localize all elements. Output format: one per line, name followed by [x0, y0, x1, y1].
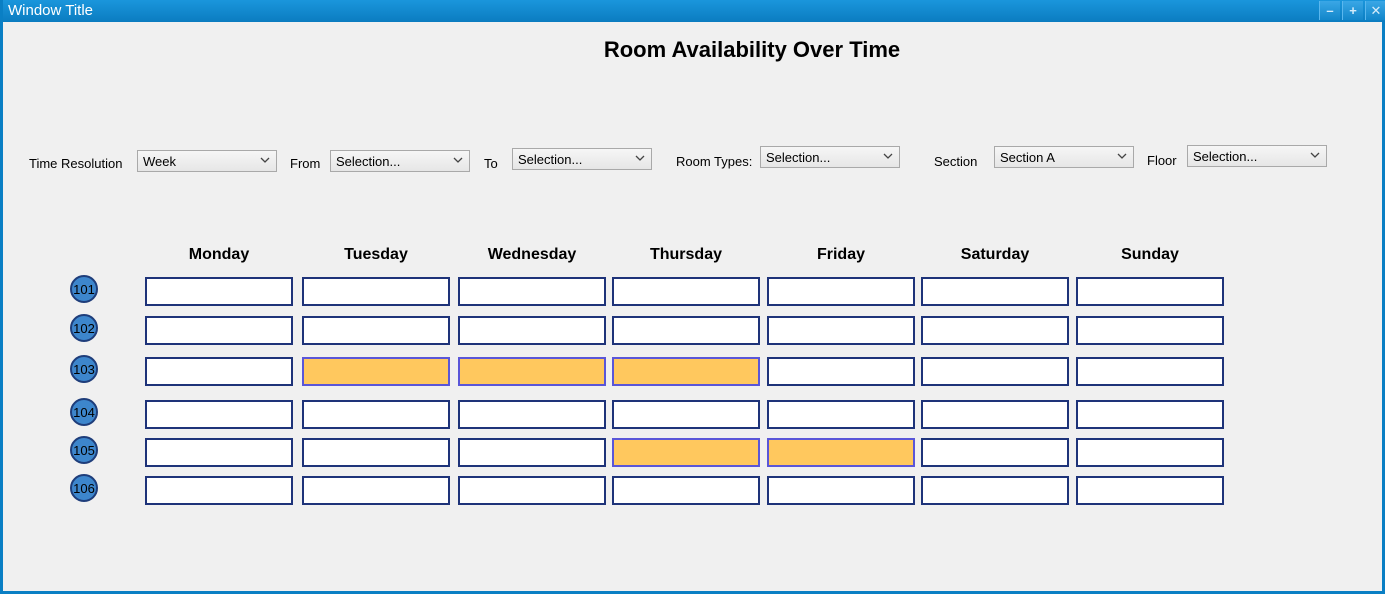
- availability-cell-104-monday[interactable]: [145, 400, 293, 429]
- from-label: From: [290, 156, 321, 171]
- availability-cell-104-saturday[interactable]: [921, 400, 1069, 429]
- availability-cell-102-thursday[interactable]: [612, 316, 760, 345]
- availability-cell-105-wednesday[interactable]: [458, 438, 606, 467]
- chevron-down-icon: [883, 153, 893, 159]
- availability-cell-101-sunday[interactable]: [1076, 277, 1224, 306]
- window-title: Window Title: [8, 2, 94, 19]
- availability-cell-105-friday[interactable]: [767, 438, 915, 467]
- availability-cell-104-thursday[interactable]: [612, 400, 760, 429]
- availability-cell-101-thursday[interactable]: [612, 277, 760, 306]
- section-value: Section A: [1000, 150, 1055, 165]
- availability-cell-105-sunday[interactable]: [1076, 438, 1224, 467]
- availability-cell-103-friday[interactable]: [767, 357, 915, 386]
- room-badge-103[interactable]: 103: [70, 355, 98, 383]
- availability-cell-104-sunday[interactable]: [1076, 400, 1224, 429]
- availability-cell-103-monday[interactable]: [145, 357, 293, 386]
- from-value: Selection...: [336, 154, 401, 169]
- floor-select[interactable]: Selection...: [1187, 145, 1327, 167]
- chevron-down-icon: [260, 157, 270, 163]
- room-types-select[interactable]: Selection...: [760, 146, 900, 168]
- availability-cell-102-saturday[interactable]: [921, 316, 1069, 345]
- to-value: Selection...: [518, 152, 583, 167]
- time-resolution-label: Time Resolution: [29, 156, 123, 171]
- availability-cell-104-friday[interactable]: [767, 400, 915, 429]
- maximize-button[interactable]: +: [1342, 1, 1363, 20]
- availability-cell-105-monday[interactable]: [145, 438, 293, 467]
- availability-cell-106-tuesday[interactable]: [302, 476, 450, 505]
- day-header-saturday: Saturday: [960, 246, 1030, 263]
- availability-cell-106-saturday[interactable]: [921, 476, 1069, 505]
- availability-cell-104-wednesday[interactable]: [458, 400, 606, 429]
- availability-cell-106-monday[interactable]: [145, 476, 293, 505]
- availability-cell-101-wednesday[interactable]: [458, 277, 606, 306]
- availability-cell-103-sunday[interactable]: [1076, 357, 1224, 386]
- to-label: To: [484, 156, 498, 171]
- availability-cell-102-wednesday[interactable]: [458, 316, 606, 345]
- availability-cell-103-wednesday[interactable]: [458, 357, 606, 386]
- day-header-monday: Monday: [188, 246, 250, 263]
- room-badge-104[interactable]: 104: [70, 398, 98, 426]
- room-badge-106[interactable]: 106: [70, 474, 98, 502]
- time-resolution-value: Week: [143, 154, 176, 169]
- room-badge-102[interactable]: 102: [70, 314, 98, 342]
- app-window: Window Title – + ✕ Room Availability Ove…: [0, 0, 1385, 594]
- availability-cell-106-sunday[interactable]: [1076, 476, 1224, 505]
- availability-cell-101-monday[interactable]: [145, 277, 293, 306]
- availability-cell-102-monday[interactable]: [145, 316, 293, 345]
- window-controls: – + ✕: [1319, 1, 1385, 20]
- time-resolution-select[interactable]: Week: [137, 150, 277, 172]
- availability-cell-105-saturday[interactable]: [921, 438, 1069, 467]
- availability-cell-102-sunday[interactable]: [1076, 316, 1224, 345]
- to-select[interactable]: Selection...: [512, 148, 652, 170]
- close-button[interactable]: ✕: [1365, 1, 1385, 20]
- availability-cell-106-friday[interactable]: [767, 476, 915, 505]
- availability-cell-102-friday[interactable]: [767, 316, 915, 345]
- availability-cell-105-tuesday[interactable]: [302, 438, 450, 467]
- floor-value: Selection...: [1193, 149, 1258, 164]
- availability-cell-101-tuesday[interactable]: [302, 277, 450, 306]
- room-badge-101[interactable]: 101: [70, 275, 98, 303]
- chevron-down-icon: [1117, 153, 1127, 159]
- availability-cell-106-wednesday[interactable]: [458, 476, 606, 505]
- availability-cell-106-thursday[interactable]: [612, 476, 760, 505]
- day-header-wednesday: Wednesday: [487, 246, 577, 263]
- chevron-down-icon: [453, 157, 463, 163]
- title-bar[interactable]: Window Title – + ✕: [3, 0, 1385, 22]
- floor-label: Floor: [1147, 153, 1177, 168]
- day-header-friday: Friday: [816, 246, 865, 263]
- availability-cell-102-tuesday[interactable]: [302, 316, 450, 345]
- room-types-value: Selection...: [766, 150, 831, 165]
- from-select[interactable]: Selection...: [330, 150, 470, 172]
- section-select[interactable]: Section A: [994, 146, 1134, 168]
- availability-cell-103-thursday[interactable]: [612, 357, 760, 386]
- room-types-label: Room Types:: [676, 154, 753, 169]
- availability-cell-103-saturday[interactable]: [921, 357, 1069, 386]
- availability-cell-105-thursday[interactable]: [612, 438, 760, 467]
- day-header-thursday: Thursday: [649, 246, 722, 263]
- chevron-down-icon: [1310, 152, 1320, 158]
- room-badge-105[interactable]: 105: [70, 436, 98, 464]
- day-header-sunday: Sunday: [1121, 246, 1179, 263]
- chevron-down-icon: [635, 155, 645, 161]
- availability-cell-103-tuesday[interactable]: [302, 357, 450, 386]
- minimize-button[interactable]: –: [1319, 1, 1340, 20]
- section-label: Section: [934, 154, 978, 169]
- availability-cell-101-friday[interactable]: [767, 277, 915, 306]
- availability-cell-101-saturday[interactable]: [921, 277, 1069, 306]
- availability-cell-104-tuesday[interactable]: [302, 400, 450, 429]
- main-content: Room Availability Over Time Time Resolut…: [6, 22, 1379, 588]
- day-header-tuesday: Tuesday: [344, 246, 408, 263]
- page-title: Room Availability Over Time: [603, 37, 901, 62]
